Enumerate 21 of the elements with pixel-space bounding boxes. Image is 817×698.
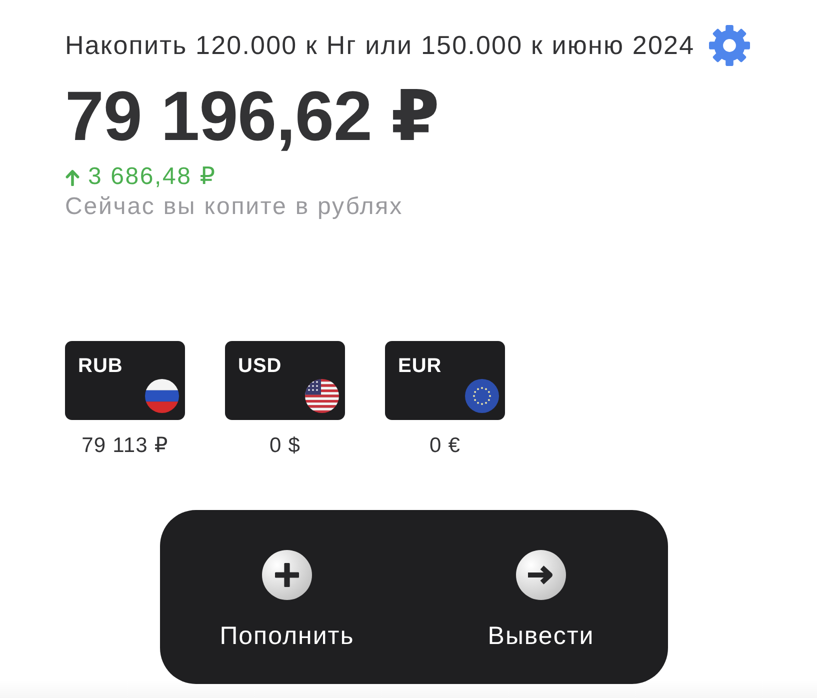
withdraw-button[interactable]: Вывести (486, 550, 596, 650)
balance-amount: 79 196,62 ₽ (65, 76, 440, 156)
currency-card[interactable]: RUB (65, 341, 185, 420)
saving-currency-note: Сейчас вы копите в рублях (65, 193, 404, 221)
currency-code: EUR (398, 355, 442, 377)
arrow-right-icon (516, 550, 566, 600)
settings-icon[interactable] (708, 24, 750, 66)
currency-code: RUB (78, 355, 123, 377)
russia-flag-icon (145, 379, 179, 413)
currency-code: USD (238, 355, 282, 377)
usa-flag-icon (305, 379, 339, 413)
currency-card[interactable]: EUR (385, 341, 505, 420)
balance-change: 3 686,48 ₽ (88, 164, 216, 190)
currency-amount: 0 $ (270, 434, 300, 458)
plus-icon (262, 550, 312, 600)
currency-amount: 0 € (430, 434, 460, 458)
eu-flag-icon (465, 379, 499, 413)
top-up-button[interactable]: Пополнить (218, 550, 356, 650)
currency-card[interactable]: USD (225, 341, 345, 420)
currency-amount: 79 113 ₽ (82, 434, 168, 458)
goal-title: Накопить 120.000 к Нг или 150.000 к июню 2024 (65, 30, 695, 60)
